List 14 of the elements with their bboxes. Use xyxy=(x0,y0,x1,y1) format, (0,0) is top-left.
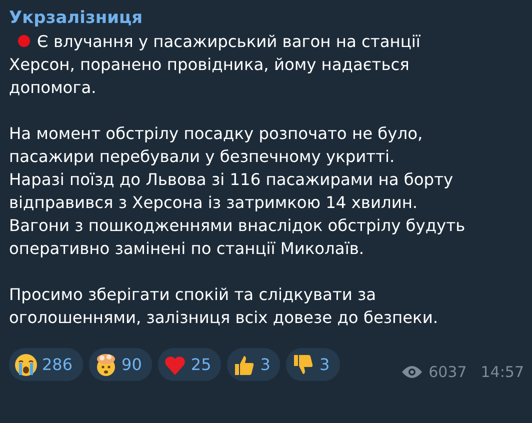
message-paragraph: Є влучання у пасажирський вагон на станції Херсон, поранено провідника, йому надається допомога. xyxy=(9,32,420,97)
channel-name[interactable]: Укрзалізниця xyxy=(9,6,524,30)
eye-icon xyxy=(400,364,423,378)
crying-face-icon xyxy=(14,352,38,376)
reaction-button[interactable]: 286 xyxy=(9,348,83,381)
view-count: 6037 xyxy=(428,362,467,380)
message-paragraph: На момент обстрілу посадку розпочато не було, пасажири перебували у безпечному укритті. Наразі поїзд до Львова зі 116 пасажирами на борту відправився з Херсона із затримкою 14 хвилин. Вагони з пошкодженнями внаслідок обстрілу будуть оперативно замінені по станції Миколаїв. xyxy=(9,124,466,258)
message-time: 14:57 xyxy=(480,362,524,380)
thumbs-down-icon xyxy=(291,352,316,376)
reaction-button[interactable]: 90 xyxy=(88,348,152,381)
reaction-button[interactable]: 3 xyxy=(227,348,280,381)
reaction-button[interactable]: 25 xyxy=(158,348,222,381)
reaction-button[interactable]: 3 xyxy=(286,348,340,381)
message-paragraph: Просимо зберігати спокій та слідкувати за оголошеннями, залізниця всіх довезе до безпеки. xyxy=(9,285,438,327)
